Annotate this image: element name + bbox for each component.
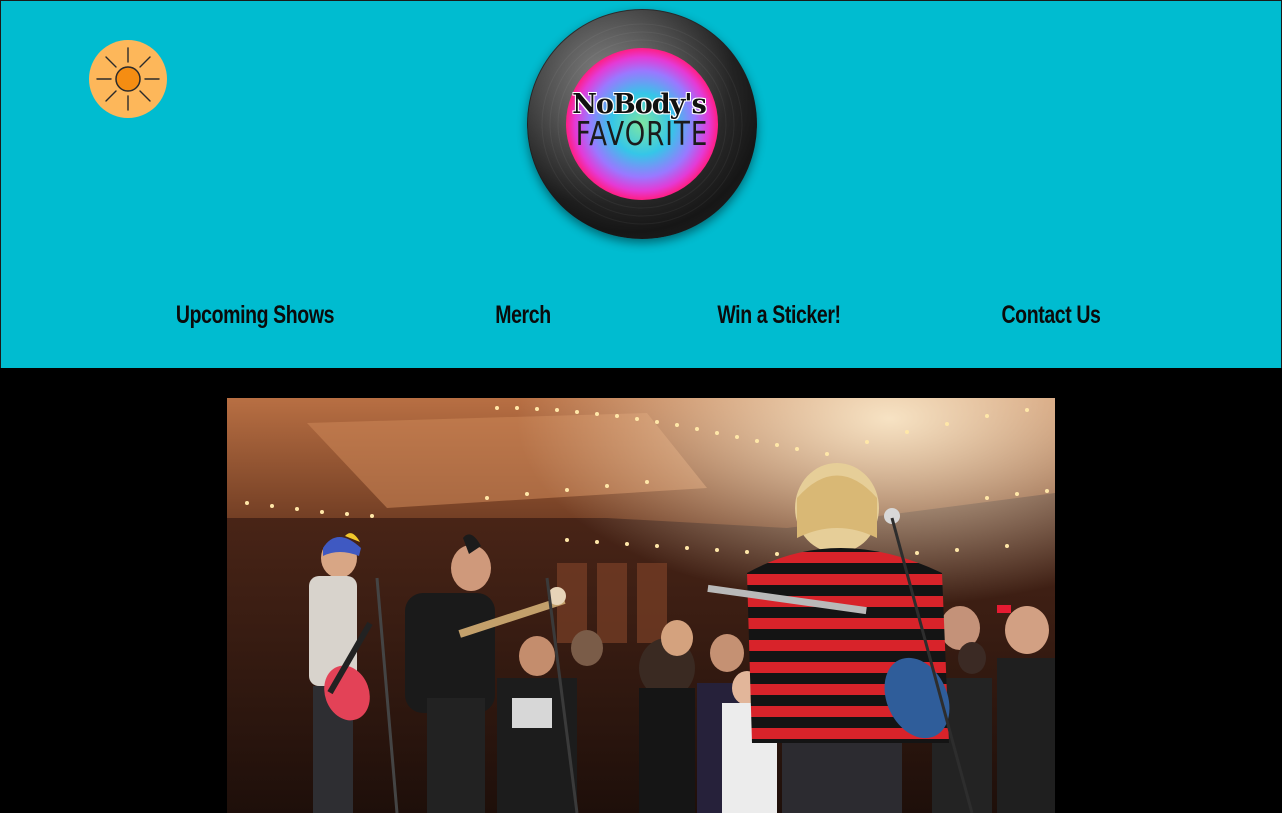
nav-win-a-sticker[interactable]: Win a Sticker! [709,293,849,337]
site-logo[interactable]: NoBody's FAVORITE [527,9,757,239]
band-performing-photo [227,398,1055,813]
nav-upcoming-shows[interactable]: Upcoming Shows [169,293,341,337]
nav-merch[interactable]: Merch [468,293,577,337]
nav-contact-us[interactable]: Contact Us [996,293,1105,337]
site-header: NoBody's FAVORITE Upcoming Shows Merch W… [0,0,1282,368]
sun-icon [96,47,160,111]
vinyl-record-icon [528,10,756,238]
page: NoBody's FAVORITE Upcoming Shows Merch W… [0,0,1282,813]
theme-toggle-button[interactable] [89,40,167,118]
main-nav: Upcoming Shows Merch Win a Sticker! Cont… [1,293,1281,337]
hero-image [227,398,1055,813]
